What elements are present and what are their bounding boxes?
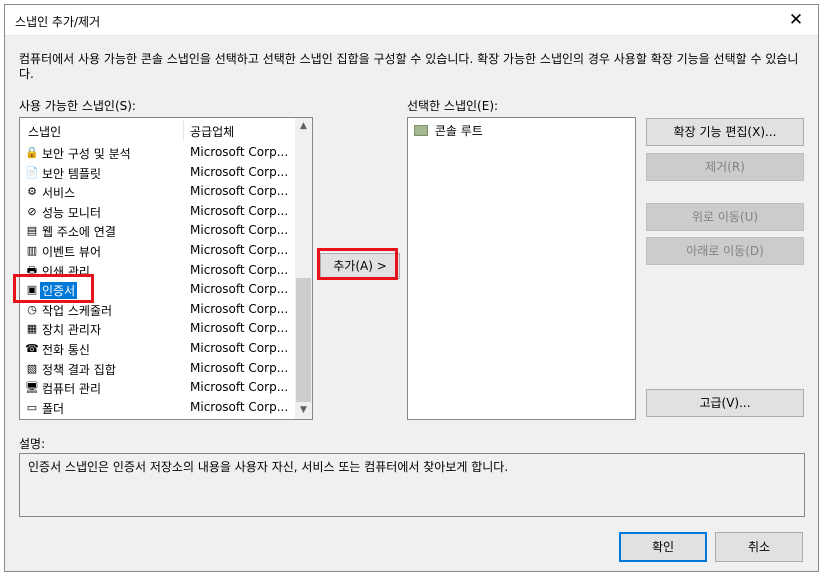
snapin-vendor: Microsoft Corp...: [190, 380, 289, 395]
snapin-row[interactable]: 🔒 보안 구성 및 분석 Microsoft Corp...: [20, 143, 296, 163]
snapin-name: 보안 템플릿: [42, 166, 102, 181]
snapin-row[interactable]: ▤ 웹 주소에 연결 Microsoft Corp...: [20, 221, 296, 241]
console-root-folder-icon: [414, 125, 428, 136]
snapin-name: 장치 관리자: [42, 323, 102, 338]
certificate-icon: ▣: [26, 283, 38, 297]
scroll-up-icon[interactable]: ▲: [295, 118, 312, 135]
snapin-vendor: Microsoft Corp...: [190, 321, 289, 336]
snapin-row[interactable]: ⊘ 성능 모니터 Microsoft Corp...: [20, 202, 296, 222]
snapin-row[interactable]: 📄 보안 템플릿 Microsoft Corp...: [20, 163, 296, 183]
snapin-vendor: Microsoft Corp...: [190, 399, 289, 414]
move-down-button[interactable]: 아래로 이동(D): [646, 237, 804, 265]
edit-extensions-button[interactable]: 확장 기능 편집(X)...: [646, 118, 804, 146]
close-icon[interactable]: ✕: [776, 5, 816, 35]
selected-item-label: 콘솔 루트: [434, 124, 483, 138]
snapin-name: 이벤트 뷰어: [42, 244, 102, 259]
snapin-vendor: Microsoft Corp...: [190, 262, 289, 277]
move-up-button[interactable]: 위로 이동(U): [646, 203, 804, 231]
snapin-vendor: Microsoft Corp...: [190, 203, 289, 218]
description-text: 인증서 스냅인은 인증서 저장소의 내용을 사용자 자신, 서비스 또는 컴퓨터…: [28, 460, 509, 474]
snapin-row[interactable]: ▭ 폴더 Microsoft Corp...: [20, 398, 296, 418]
snapin-name: 인증서: [40, 282, 78, 300]
print-management-icon: 🖶: [26, 263, 38, 277]
scroll-thumb[interactable]: [296, 278, 311, 402]
cancel-button[interactable]: 취소: [715, 532, 803, 562]
available-snapins-label: 사용 가능한 스냅인(S):: [19, 99, 136, 113]
snapin-vendor: Microsoft Corp...: [190, 184, 289, 199]
column-separator[interactable]: [183, 120, 184, 140]
snapin-row[interactable]: ▧ 정책 결과 집합 Microsoft Corp...: [20, 359, 296, 379]
performance-monitor-icon: ⊘: [27, 204, 37, 218]
snapin-vendor: Microsoft Corp...: [190, 360, 289, 375]
instruction-text: 컴퓨터에서 사용 가능한 콘솔 스냅인을 선택하고 선택한 스냅인 집합을 구성…: [19, 52, 799, 81]
computer-management-icon: 🖥: [25, 381, 39, 395]
title-bar: 스냅인 추가/제거 ✕: [5, 5, 818, 36]
snapin-vendor: Microsoft Corp...: [190, 145, 289, 159]
snapin-row[interactable]: 🖶 인쇄 관리 Microsoft Corp...: [20, 261, 296, 281]
column-header-snapin[interactable]: 스냅인: [28, 123, 61, 140]
advanced-button[interactable]: 고급(V)...: [646, 389, 804, 417]
description-box: 인증서 스냅인은 인증서 저장소의 내용을 사용자 자신, 서비스 또는 컴퓨터…: [19, 453, 805, 517]
add-button[interactable]: 추가(A) >: [320, 253, 400, 279]
snapin-name: 인쇄 관리: [42, 264, 90, 279]
list-header: 스냅인 공급업체: [20, 118, 296, 142]
ok-button[interactable]: 확인: [619, 532, 707, 562]
snapin-row[interactable]: ▣ 인증서 Microsoft Corp...: [20, 280, 296, 300]
snapin-name: 정책 결과 집합: [42, 362, 116, 377]
snapin-row[interactable]: ▦ 장치 관리자 Microsoft Corp...: [20, 319, 296, 339]
device-manager-icon: ▦: [26, 322, 38, 336]
selected-item-console-root[interactable]: 콘솔 루트: [414, 122, 483, 139]
security-template-icon: 📄: [25, 165, 39, 179]
selected-snapins-label: 선택한 스냅인(E):: [407, 99, 499, 113]
snapin-row[interactable]: ◷ 작업 스케줄러 Microsoft Corp...: [20, 300, 296, 320]
snapin-row[interactable]: ☎ 전화 통신 Microsoft Corp...: [20, 339, 296, 359]
snapin-vendor: Microsoft Corp...: [190, 301, 289, 316]
snapin-name: 전화 통신: [42, 342, 90, 357]
snapin-name: 서비스: [42, 186, 76, 201]
snapin-rows: 🔒 보안 구성 및 분석 Microsoft Corp... 📄 보안 템플릿 Micro…: [20, 143, 296, 417]
dialog-title: 스냅인 추가/제거: [15, 15, 101, 29]
policy-results-icon: ▧: [26, 361, 38, 375]
snapin-vendor: Microsoft Corp...: [190, 242, 289, 257]
security-analysis-icon: 🔒: [25, 146, 39, 159]
telephony-icon: ☎: [25, 341, 39, 355]
snapin-row[interactable]: 🖥 컴퓨터 관리 Microsoft Corp...: [20, 378, 296, 398]
task-scheduler-clock-icon: ◷: [27, 302, 37, 316]
snapin-name: 성능 모니터: [42, 205, 102, 220]
snapin-name: 웹 주소에 연결: [42, 225, 116, 240]
add-remove-snapin-dialog: 스냅인 추가/제거 ✕ 컴퓨터에서 사용 가능한 콘솔 스냅인을 선택하고 선택…: [4, 4, 819, 572]
folder-icon: ▭: [26, 400, 38, 414]
snapin-row[interactable]: ⚙ 서비스 Microsoft Corp...: [20, 182, 296, 202]
snapin-vendor: Microsoft Corp...: [190, 223, 289, 238]
event-viewer-icon: ▥: [26, 243, 38, 257]
web-link-icon: ▤: [26, 224, 38, 238]
snapin-row[interactable]: ▥ 이벤트 뷰어 Microsoft Corp...: [20, 241, 296, 261]
services-gear-icon: ⚙: [27, 185, 37, 199]
snapin-vendor: Microsoft Corp...: [190, 282, 289, 297]
snapin-vendor: Microsoft Corp...: [190, 340, 289, 355]
selected-snapins-list[interactable]: 콘솔 루트: [407, 117, 636, 420]
list-scrollbar[interactable]: ▲ ▼: [295, 118, 312, 419]
snapin-name: 폴더: [42, 401, 65, 416]
snapin-name: 보안 구성 및 분석: [42, 147, 131, 161]
column-header-vendor[interactable]: 공급업체: [190, 123, 234, 140]
snapin-name: 작업 스케줄러: [42, 303, 113, 318]
snapin-vendor: Microsoft Corp...: [190, 164, 289, 179]
description-label: 설명:: [19, 437, 46, 451]
available-snapins-list[interactable]: 스냅인 공급업체 🔒 보안 구성 및 분석 Microsoft Corp... 📄 보안…: [19, 117, 313, 420]
remove-button[interactable]: 제거(R): [646, 153, 804, 181]
scroll-down-icon[interactable]: ▼: [295, 402, 312, 419]
snapin-name: 컴퓨터 관리: [42, 382, 102, 397]
